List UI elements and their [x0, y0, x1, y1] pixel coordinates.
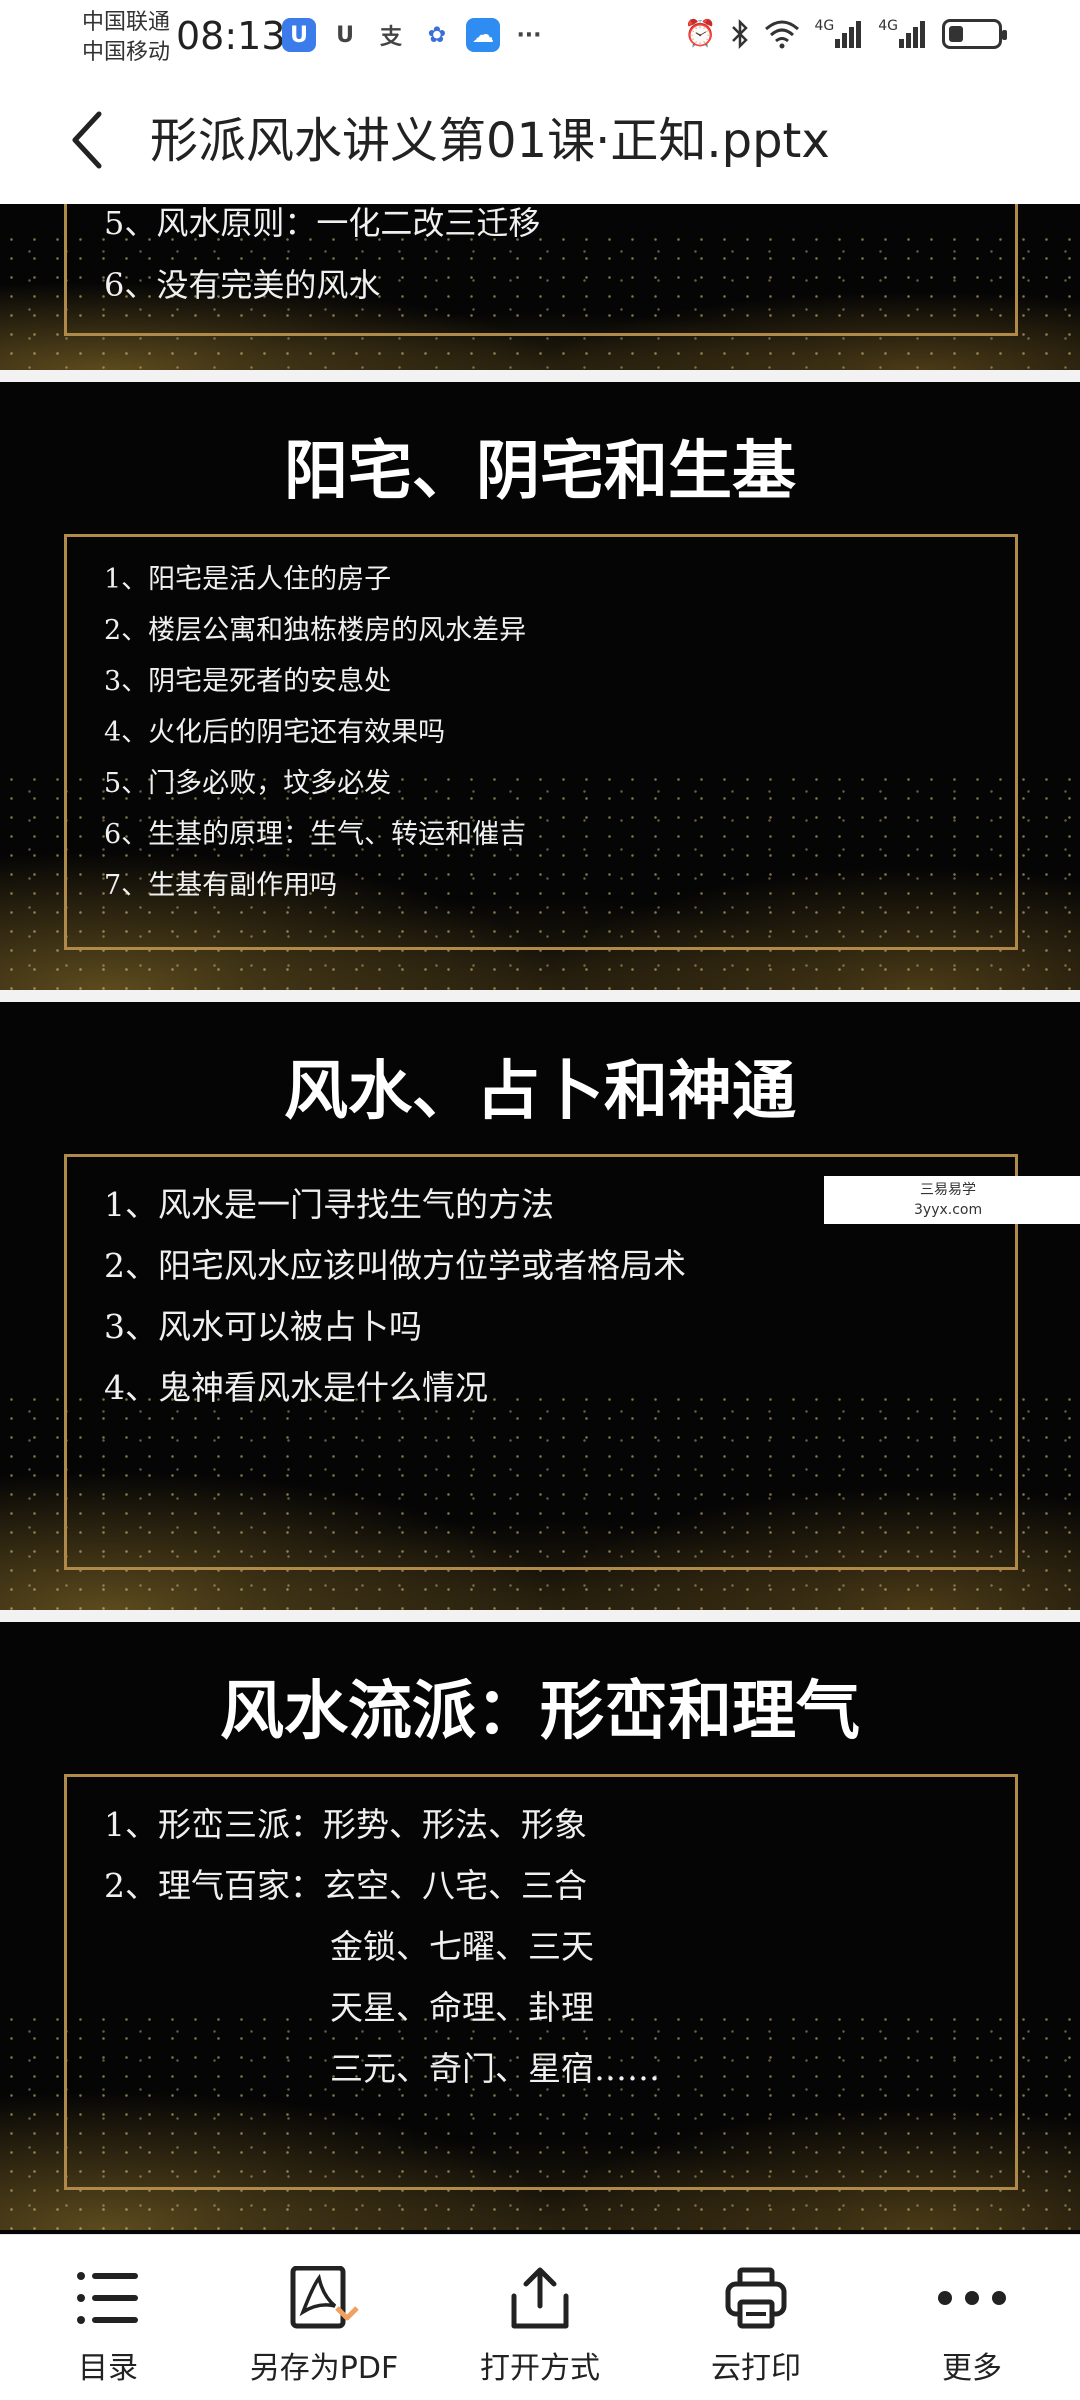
list-item: 6、生基的原理：生气、转运和催吉: [104, 819, 527, 850]
carrier-2: 中国移动: [82, 40, 171, 65]
slide-item-list: 1、阳宅是活人住的房子 2、楼层公寓和独栋楼房的风水差异 3、阴宅是死者的安息处…: [104, 554, 526, 911]
cloud-print-label: 云打印: [711, 2351, 801, 2386]
list-item: 4、鬼神看风水是什么情况: [104, 1368, 488, 1407]
app-header: 形派风水讲义第01课·正知.pptx: [0, 72, 1080, 204]
app-notification-icon: U: [336, 22, 354, 48]
list-item: 1、风水是一门寻找生气的方法: [104, 1185, 554, 1224]
list-item: 3、阴宅是死者的安息处: [104, 666, 392, 697]
list-item: 5、门多必败，坟多必发: [104, 768, 392, 799]
open-with-button[interactable]: 打开方式: [440, 2235, 640, 2400]
list-item: 天星、命理、卦理: [330, 1988, 594, 2027]
list-item: 7、生基有副作用吗: [104, 870, 338, 901]
battery-icon: [942, 19, 1007, 49]
status-bar: 中国联通 中国移动 08:13 U U 支 ✿ ☁ ··· ⏰ 4G 4G: [0, 0, 1080, 72]
toc-button[interactable]: 目录: [8, 2235, 208, 2400]
printer-icon: [724, 2263, 788, 2333]
list-item: 3、风水可以被占卜吗: [104, 1307, 422, 1346]
slide-title: 风水、占卜和神通: [284, 1054, 796, 1129]
slide-item-list: 5、风水原则：一化二改三迁移 6、没有完美的风水: [104, 204, 540, 316]
watermark: 三易易学 3yyx.com: [824, 1176, 1080, 1224]
weather-icon: ☁: [466, 18, 500, 52]
list-item: 5、风水原则：一化二改三迁移: [104, 204, 541, 242]
list-item: 2、理气百家：玄空、八宅、三合: [104, 1866, 587, 1905]
bluetooth-icon: [730, 16, 750, 52]
back-button[interactable]: [52, 100, 122, 180]
more-label: 更多: [942, 2351, 1002, 2386]
list-icon: [76, 2263, 140, 2333]
baidu-icon: ✿: [427, 22, 447, 48]
slide[interactable]: 风水流派：形峦和理气 1、形峦三派：形势、形法、形象 2、理气百家：玄空、八宅、…: [0, 1622, 1080, 2230]
save-as-pdf-label: 另存为PDF: [249, 2351, 399, 2386]
open-with-label: 打开方式: [480, 2351, 600, 2386]
more-button[interactable]: 更多: [872, 2235, 1072, 2400]
slide[interactable]: 阳宅、阴宅和生基 1、阳宅是活人住的房子 2、楼层公寓和独栋楼房的风水差异 3、…: [0, 382, 1080, 990]
slide-title: 风水流派：形峦和理气: [220, 1674, 860, 1749]
slide[interactable]: 5、风水原则：一化二改三迁移 6、没有完美的风水: [0, 204, 1080, 370]
list-item: 金锁、七曜、三天: [330, 1927, 594, 1966]
list-item: 三元、奇门、星宿……: [330, 2049, 660, 2088]
list-item: 2、楼层公寓和独栋楼房的风水差异: [104, 615, 527, 646]
signal-icon: 4G: [814, 16, 864, 52]
pdf-icon: [289, 2263, 359, 2333]
slide-item-list: 1、风水是一门寻找生气的方法 2、阳宅风水应该叫做方位学或者格局术 3、风水可以…: [104, 1174, 686, 1418]
carrier-1: 中国联通: [82, 10, 171, 35]
watermark-name: 三易易学: [920, 1182, 976, 1198]
list-item: 1、阳宅是活人住的房子: [104, 564, 392, 595]
slide[interactable]: 风水、占卜和神通 1、风水是一门寻找生气的方法 2、阳宅风水应该叫做方位学或者格…: [0, 1002, 1080, 1610]
share-icon: [508, 2263, 572, 2333]
watermark-site: 3yyx.com: [914, 1202, 983, 1218]
chevron-left-icon: [72, 111, 102, 169]
system-icons: ⏰ 4G 4G: [684, 16, 1007, 52]
carrier-info: 中国联通 中国移动: [82, 8, 170, 68]
more-notifications-icon: ···: [516, 22, 542, 48]
list-item: 4、火化后的阴宅还有效果吗: [104, 717, 446, 748]
wifi-icon: [764, 16, 800, 52]
slide-title: 阳宅、阴宅和生基: [284, 434, 796, 509]
list-item: 1、形峦三派：形势、形法、形象: [104, 1805, 587, 1844]
list-item: 6、没有完美的风水: [104, 266, 381, 304]
signal-icon-2: 4G: [878, 16, 928, 52]
bottom-toolbar: 目录 另存为PDF 打开方式 云打印 更多: [0, 2234, 1080, 2400]
notification-icons: U U 支 ✿ ☁ ···: [282, 18, 546, 52]
toc-label: 目录: [78, 2351, 138, 2386]
clock: 08:13: [176, 14, 286, 58]
list-item: 2、阳宅风水应该叫做方位学或者格局术: [104, 1246, 686, 1285]
save-as-pdf-button[interactable]: 另存为PDF: [224, 2235, 424, 2400]
more-icon: [937, 2263, 1007, 2333]
cloud-print-button[interactable]: 云打印: [656, 2235, 856, 2400]
document-title: 形派风水讲义第01课·正知.pptx: [150, 113, 830, 169]
slide-item-list: 1、形峦三派：形势、形法、形象 2、理气百家：玄空、八宅、三合 金锁、七曜、三天…: [104, 1794, 660, 2099]
app-notification-icon: U: [282, 18, 316, 52]
alarm-icon: ⏰: [684, 19, 717, 49]
alipay-icon: 支: [379, 25, 402, 50]
